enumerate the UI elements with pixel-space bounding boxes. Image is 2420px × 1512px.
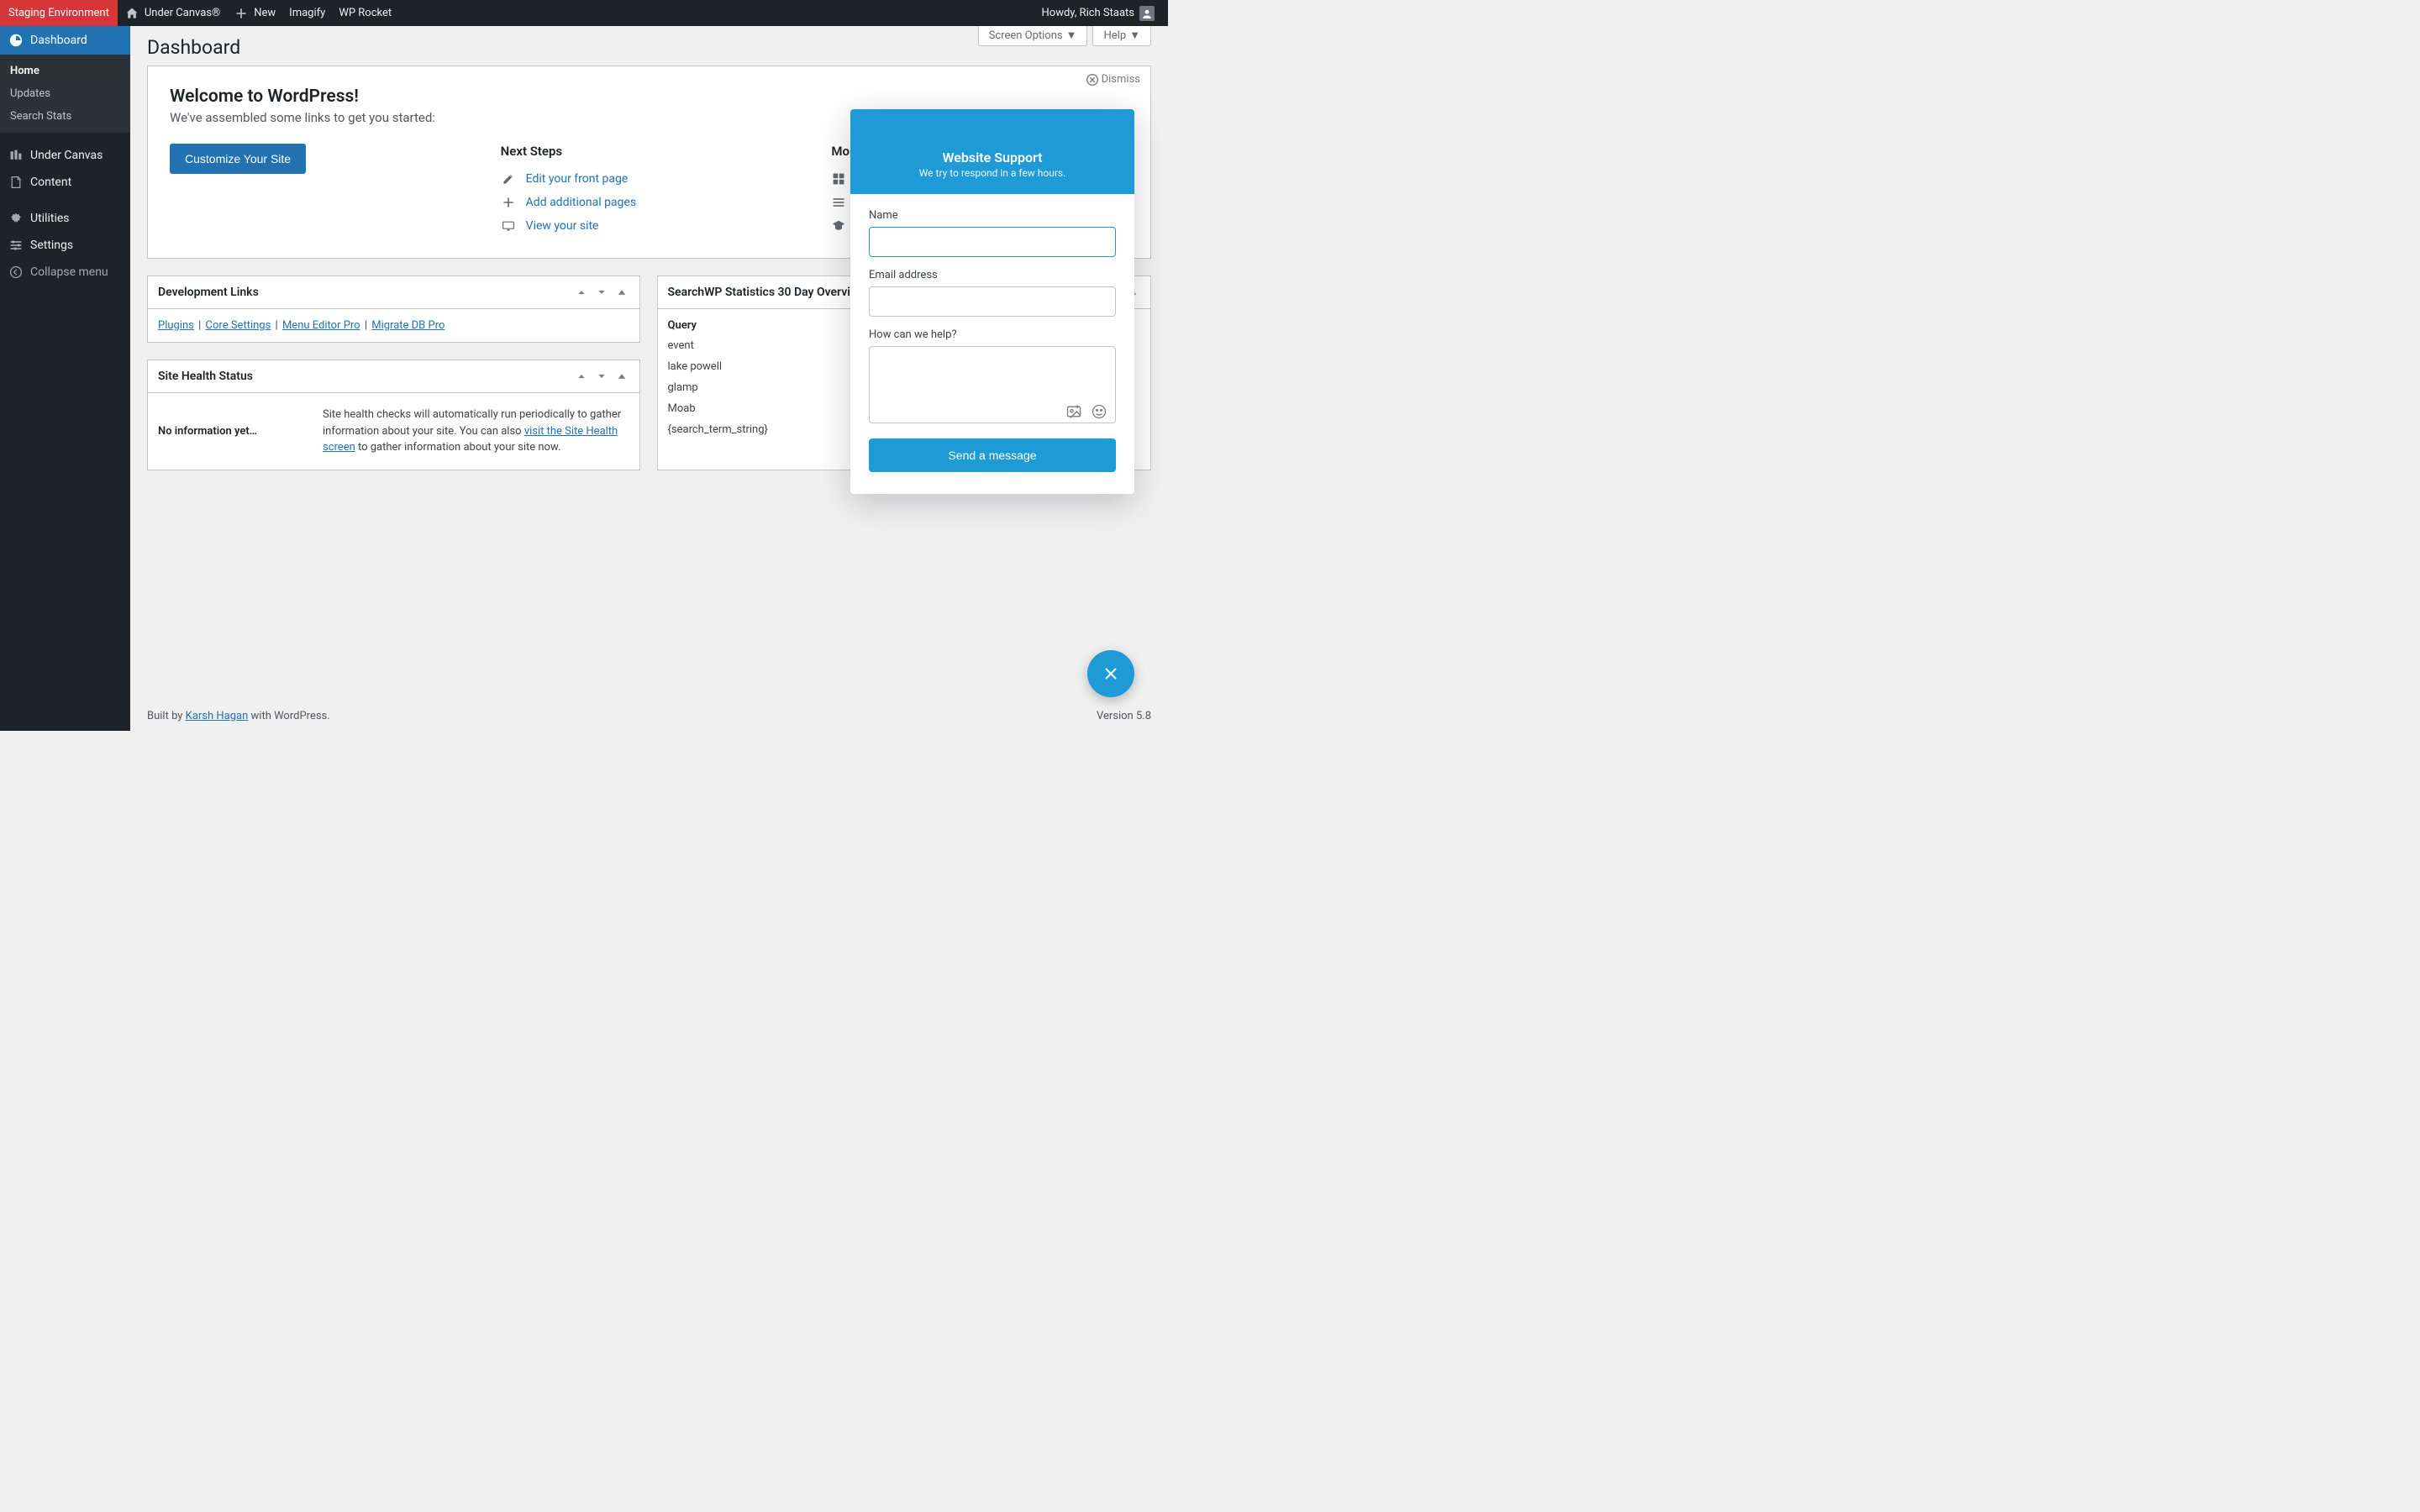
view-site-link[interactable]: View your site (501, 214, 798, 238)
dismiss-icon (1086, 74, 1098, 86)
collapse-menu[interactable]: Collapse menu (0, 259, 130, 286)
sliders-icon (8, 239, 24, 252)
send-message-button[interactable]: Send a message (869, 438, 1116, 472)
menu-utilities-label: Utilities (30, 212, 70, 225)
list-icon (831, 196, 846, 209)
admin-sidebar: Dashboard Home Updates Search Stats Unde… (0, 26, 130, 731)
admin-bar: Staging Environment Under Canvas® New Im… (0, 0, 1168, 26)
move-up-button[interactable] (574, 285, 589, 300)
email-label: Email address (869, 269, 1116, 281)
menu-content-label: Content (30, 176, 71, 189)
avatar-icon (1139, 6, 1155, 21)
help-label: How can we help? (869, 328, 1116, 341)
howdy-label: Howdy, Rich Staats (1042, 7, 1134, 19)
account-link[interactable]: Howdy, Rich Staats (1035, 0, 1161, 26)
link-label: Edit your front page (526, 172, 629, 186)
menu-utilities[interactable]: Utilities (0, 205, 130, 232)
toggle-button[interactable] (614, 369, 629, 384)
menu-dashboard-label: Dashboard (30, 34, 87, 47)
dashboard-submenu: Home Updates Search Stats (0, 55, 130, 133)
staging-badge: Staging Environment (0, 0, 118, 26)
menu-content[interactable]: Content (0, 169, 130, 196)
support-title: Website Support (867, 150, 1118, 165)
screen-options-label: Screen Options (989, 29, 1063, 42)
wp-footer: Built by Karsh Hagan with WordPress. Ver… (130, 701, 1168, 731)
footer-post: with WordPress. (248, 710, 329, 722)
add-pages-link[interactable]: Add additional pages (501, 191, 798, 214)
support-subtitle: We try to respond in a few hours. (867, 167, 1118, 179)
sitehealth-text: Site health checks will automatically ru… (323, 407, 629, 456)
next-steps-heading: Next Steps (501, 144, 798, 159)
menu-under-canvas-label: Under Canvas (30, 149, 103, 162)
link-label: View your site (526, 219, 599, 233)
welcome-title: Welcome to WordPress! (170, 87, 1128, 107)
dismiss-welcome-link[interactable]: Dismiss (1086, 73, 1140, 86)
collapse-icon (8, 265, 24, 279)
plus-icon (234, 7, 249, 20)
help-button[interactable]: Help ▼ (1092, 26, 1151, 46)
gear-icon (8, 212, 24, 225)
attach-image-icon[interactable] (1065, 403, 1082, 420)
email-input[interactable] (869, 286, 1116, 317)
name-input[interactable] (869, 227, 1116, 257)
submenu-updates[interactable]: Updates (0, 82, 130, 105)
help-label: Help (1103, 29, 1126, 42)
plugins-link[interactable]: Plugins (158, 319, 194, 332)
menu-settings[interactable]: Settings (0, 232, 130, 259)
site-health-box: Site Health Status No information yet… S… (147, 360, 640, 470)
move-down-button[interactable] (594, 369, 609, 384)
imagify-link[interactable]: Imagify (282, 0, 332, 26)
graduation-icon (831, 219, 846, 233)
home-icon (124, 7, 139, 20)
plus-icon (501, 196, 516, 209)
page-icon (8, 176, 24, 189)
site-name-label: Under Canvas® (145, 7, 220, 19)
move-up-button[interactable] (574, 369, 589, 384)
menu-editor-link[interactable]: Menu Editor Pro (282, 319, 360, 332)
core-settings-link[interactable]: Core Settings (206, 319, 271, 332)
sitehealth-noinfo: No information yet… (158, 407, 309, 456)
new-label: New (254, 7, 276, 19)
submenu-home[interactable]: Home (0, 60, 130, 82)
monitor-icon (501, 219, 516, 233)
menu-under-canvas[interactable]: Under Canvas (0, 142, 130, 169)
support-widget: Website Support We try to respond in a f… (850, 109, 1134, 494)
toggle-button[interactable] (614, 285, 629, 300)
menu-dashboard[interactable]: Dashboard (0, 26, 130, 55)
caret-down-icon: ▼ (1129, 29, 1140, 42)
name-label: Name (869, 209, 1116, 222)
wprocket-link[interactable]: WP Rocket (332, 0, 398, 26)
site-name-link[interactable]: Under Canvas® (118, 0, 227, 26)
footer-pre: Built by (147, 710, 186, 722)
new-content-link[interactable]: New (227, 0, 282, 26)
move-down-button[interactable] (594, 285, 609, 300)
close-icon (1102, 665, 1119, 682)
devlinks-title: Development Links (158, 286, 259, 299)
support-fab-close[interactable] (1087, 650, 1134, 697)
link-label: Add additional pages (526, 196, 636, 209)
searchwp-title: SearchWP Statistics 30 Day Overview (668, 286, 865, 299)
wp-version: Version 5.8 (1097, 710, 1151, 722)
dashboard-icon (8, 33, 24, 48)
customize-site-button[interactable]: Customize Your Site (170, 144, 306, 174)
bars-icon (8, 149, 24, 162)
widgets-icon (831, 172, 846, 186)
menu-settings-label: Settings (30, 239, 73, 252)
submenu-search-stats[interactable]: Search Stats (0, 105, 130, 128)
development-links-box: Development Links Plugins | Core Setting… (147, 276, 640, 343)
screen-options-button[interactable]: Screen Options ▼ (978, 26, 1088, 46)
dismiss-label: Dismiss (1102, 73, 1140, 86)
emoji-icon[interactable] (1091, 403, 1107, 420)
edit-icon (501, 172, 516, 186)
collapse-label: Collapse menu (30, 265, 108, 279)
migrate-db-link[interactable]: Migrate DB Pro (371, 319, 445, 332)
caret-down-icon: ▼ (1066, 29, 1077, 42)
sitehealth-title: Site Health Status (158, 370, 253, 383)
edit-front-page-link[interactable]: Edit your front page (501, 167, 798, 191)
footer-author-link[interactable]: Karsh Hagan (186, 710, 249, 722)
